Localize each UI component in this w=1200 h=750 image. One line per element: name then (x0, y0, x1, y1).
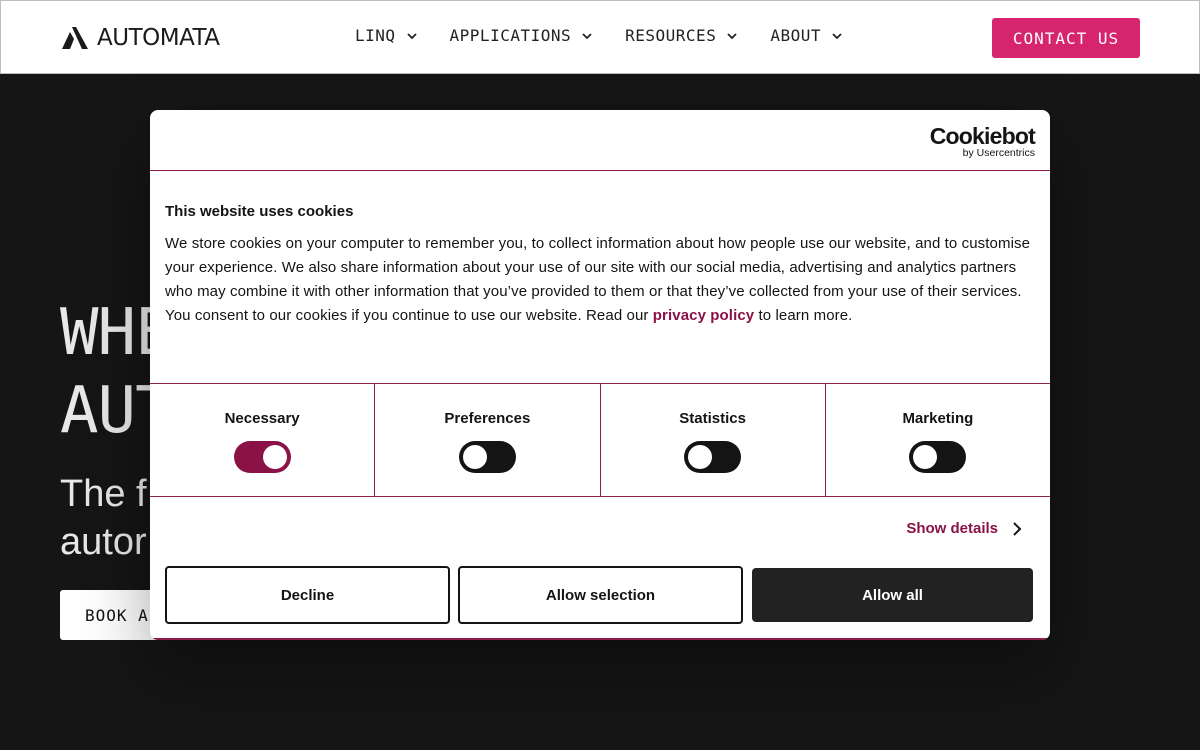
chevron-right-icon (1013, 521, 1022, 536)
dialog-title: This website uses cookies (165, 203, 354, 220)
dialog-header: Cookiebot by Usercentrics (150, 110, 1050, 171)
marketing-switch[interactable] (909, 441, 967, 473)
toggle-label: Statistics (679, 410, 746, 427)
allow-all-button[interactable]: Allow all (752, 568, 1033, 622)
toggle-marketing: Marketing (826, 384, 1050, 496)
dialog-bottom-rule (150, 638, 1050, 640)
contact-us-button[interactable]: CONTACT US (992, 18, 1140, 58)
show-details-label: Show details (906, 520, 998, 537)
automata-logo[interactable]: AUTOMATA (61, 25, 220, 51)
dialog-body: We store cookies on your computer to rem… (165, 232, 1035, 328)
body-tail: to learn more. (754, 307, 853, 324)
toggle-statistics: Statistics (601, 384, 826, 496)
nav-item-linq[interactable]: LINQ (355, 26, 418, 45)
switch-knob (913, 445, 938, 469)
switch-knob (262, 445, 287, 469)
nav-item-applications[interactable]: APPLICATIONS (450, 26, 594, 45)
preferences-switch[interactable] (458, 441, 516, 473)
body-text: We store cookies on your computer to rem… (165, 235, 1031, 324)
nav-item-label: RESOURCES (625, 26, 717, 45)
nav-item-label: APPLICATIONS (449, 26, 572, 45)
privacy-policy-link[interactable]: privacy policy (653, 307, 754, 324)
chevron-down-icon (582, 32, 592, 39)
automata-logo-icon (62, 27, 88, 49)
hero-subtitle-line: autor (60, 521, 147, 563)
statistics-switch[interactable] (684, 441, 742, 473)
logo-text: AUTOMATA (97, 25, 220, 51)
chevron-down-icon (727, 32, 737, 39)
site-header: AUTOMATA LINQ APPLICATIONS RESOURCES ABO… (0, 0, 1200, 74)
toggle-label: Marketing (902, 410, 974, 427)
allow-selection-button[interactable]: Allow selection (458, 566, 743, 624)
decline-button[interactable]: Decline (165, 566, 450, 624)
nav-item-resources[interactable]: RESOURCES (625, 26, 738, 45)
consent-toggles: Necessary Preferences Statistics Marketi… (150, 383, 1050, 497)
chevron-down-icon (832, 32, 842, 39)
switch-knob (462, 445, 487, 469)
toggle-label: Necessary (224, 410, 300, 427)
nav-item-label: LINQ (355, 26, 396, 45)
hero-subtitle-line: The f (60, 473, 147, 515)
cookiebot-logo[interactable]: Cookiebot by Usercentrics (929, 123, 1036, 159)
hero-subtitle: The f autor (60, 470, 147, 566)
show-details-link[interactable]: Show details (906, 520, 1022, 537)
nav-item-about[interactable]: ABOUT (770, 26, 843, 45)
toggle-necessary: Necessary (150, 384, 376, 496)
chevron-down-icon (406, 32, 417, 39)
main-nav: LINQ APPLICATIONS RESOURCES ABOUT (355, 26, 843, 45)
cookiebot-brand: Cookiebot (929, 123, 1036, 149)
toggle-preferences: Preferences (375, 384, 601, 496)
cookie-consent-dialog: Cookiebot by Usercentrics This website u… (150, 110, 1050, 640)
toggle-label: Preferences (444, 410, 531, 427)
switch-knob (688, 445, 713, 469)
nav-item-label: ABOUT (770, 26, 821, 45)
cookiebot-by-line: by Usercentrics (962, 147, 1035, 159)
necessary-switch[interactable] (233, 441, 291, 473)
